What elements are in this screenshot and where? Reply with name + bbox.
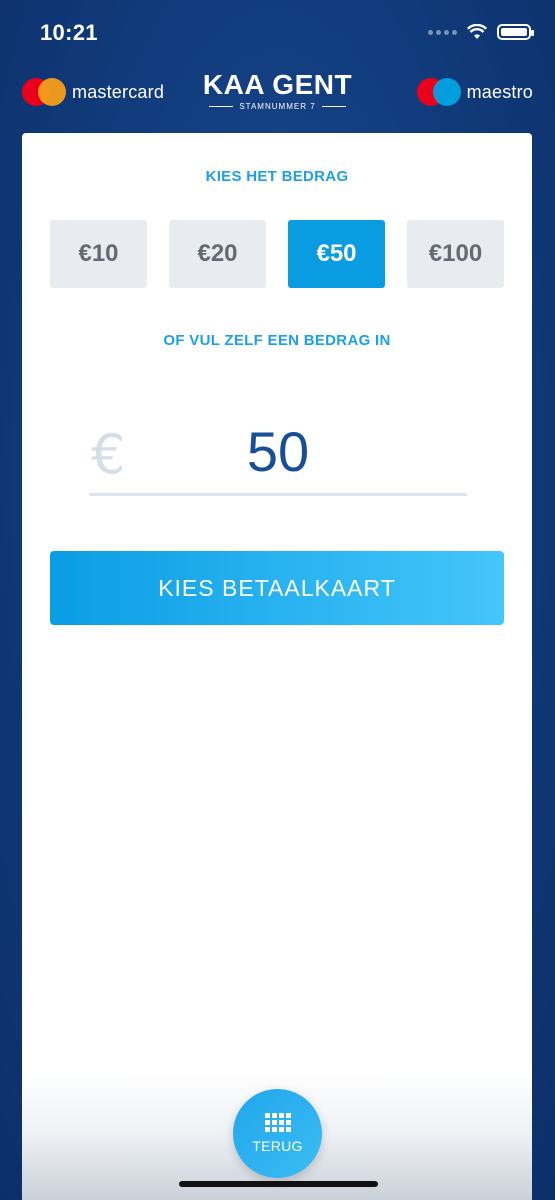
back-button[interactable]: TERUG xyxy=(233,1089,322,1178)
payment-card: KIES HET BEDRAG €10 €20 €50 €100 OF VUL … xyxy=(22,133,532,1200)
home-indicator[interactable] xyxy=(179,1181,378,1187)
status-bar: 10:21 xyxy=(0,0,555,66)
amount-options: €10 €20 €50 €100 xyxy=(50,220,504,288)
status-time: 10:21 xyxy=(40,20,98,45)
brand-header: mastercard KAA GENT STAMNUMMER 7 maestro xyxy=(0,66,555,126)
signal-dots-icon xyxy=(428,29,457,35)
grid-icon xyxy=(264,1113,291,1132)
maestro-logo: maestro xyxy=(416,78,533,106)
status-icons xyxy=(428,24,534,40)
amount-input[interactable]: € 50 xyxy=(89,415,467,496)
amount-option-10[interactable]: €10 xyxy=(50,220,147,288)
wifi-icon xyxy=(467,24,487,39)
maestro-text: maestro xyxy=(466,81,533,102)
battery-icon xyxy=(497,24,534,40)
club-subtitle: STAMNUMMER 7 xyxy=(239,102,316,111)
amount-option-100[interactable]: €100 xyxy=(407,220,504,288)
choose-card-button[interactable]: KIES BETAALKAART xyxy=(50,551,504,625)
amount-value[interactable]: 50 xyxy=(89,419,467,484)
back-label: TERUG xyxy=(252,1138,303,1154)
maestro-circles-icon xyxy=(416,78,461,106)
custom-amount-title: OF VUL ZELF EEN BEDRAG IN xyxy=(163,332,391,349)
amount-option-50[interactable]: €50 xyxy=(288,220,385,288)
amount-option-20[interactable]: €20 xyxy=(169,220,266,288)
choose-amount-title: KIES HET BEDRAG xyxy=(205,168,349,185)
